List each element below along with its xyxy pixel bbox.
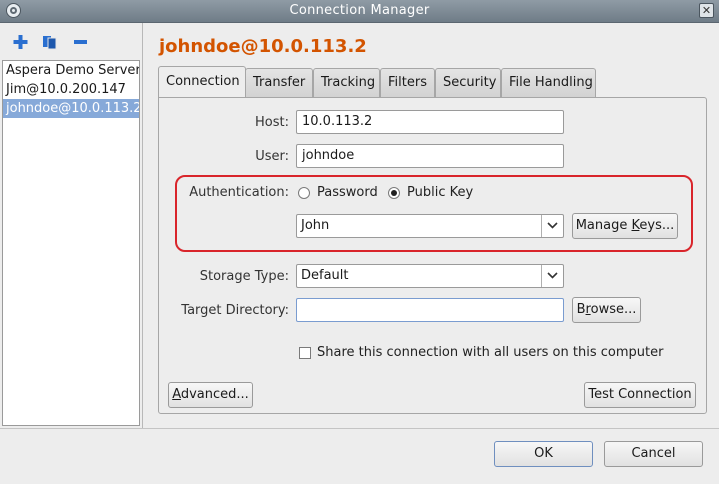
connection-manager-window: Connection Manager ✕ Aspera Demo Server … [0, 0, 719, 484]
remove-connection-button[interactable] [71, 33, 91, 51]
advanced-mnemonic: A [172, 387, 181, 402]
share-connection-checkbox[interactable] [299, 347, 311, 359]
ok-button[interactable]: OK [494, 441, 593, 467]
browse-label-b: owse... [590, 302, 637, 317]
target-directory-label: Target Directory: [181, 303, 289, 318]
tab-security[interactable]: Security [435, 68, 501, 97]
test-connection-button[interactable]: Test Connection [584, 382, 696, 408]
user-label: User: [255, 149, 289, 164]
public-key-radio[interactable] [388, 187, 400, 199]
window-title: Connection Manager [289, 3, 430, 18]
tab-file-handling[interactable]: File Handling [501, 68, 596, 97]
title-bar[interactable]: Connection Manager ✕ [0, 0, 719, 23]
tab-filters[interactable]: Filters [380, 68, 435, 97]
manage-keys-label-b: eys... [639, 218, 675, 233]
target-directory-field[interactable] [296, 298, 564, 322]
connection-item[interactable]: Aspera Demo Server [3, 61, 139, 80]
storage-type-select[interactable]: Default [296, 264, 564, 288]
key-select[interactable]: John [296, 214, 564, 238]
tab-transfer[interactable]: Transfer [245, 68, 313, 97]
user-field[interactable]: johndoe [296, 144, 564, 168]
tab-connection[interactable]: Connection [158, 66, 246, 97]
close-icon[interactable]: ✕ [699, 3, 714, 18]
chevron-down-icon[interactable] [541, 215, 563, 237]
connection-heading: johndoe@10.0.113.2 [159, 36, 367, 57]
browse-label-a: B [576, 302, 586, 317]
plus-icon [13, 35, 28, 49]
manage-keys-label-a: Manage [575, 218, 632, 233]
host-field[interactable]: 10.0.113.2 [296, 110, 564, 134]
authentication-label: Authentication: [189, 185, 289, 200]
advanced-label: dvanced... [180, 387, 249, 402]
host-label: Host: [255, 115, 289, 130]
duplicate-icon [43, 36, 57, 50]
duplicate-connection-button[interactable] [41, 33, 61, 51]
minus-icon [74, 40, 87, 44]
connection-sidebar: Aspera Demo Server Jim@10.0.200.147 john… [0, 23, 143, 428]
connection-item[interactable]: Jim@10.0.200.147 [3, 80, 139, 99]
chevron-down-icon[interactable] [541, 265, 563, 287]
key-select-value: John [301, 218, 330, 233]
storage-type-value: Default [301, 268, 349, 283]
connection-list[interactable]: Aspera Demo Server Jim@10.0.200.147 john… [2, 60, 140, 426]
advanced-button[interactable]: Advanced... [168, 382, 253, 408]
public-key-radio-label[interactable]: Public Key [407, 185, 473, 200]
cancel-button[interactable]: Cancel [604, 441, 703, 467]
password-radio-label[interactable]: Password [317, 185, 378, 200]
connection-item-selected[interactable]: johndoe@10.0.113.2 [3, 99, 139, 118]
share-connection-label[interactable]: Share this connection with all users on … [317, 345, 663, 360]
storage-type-label: Storage Type: [199, 269, 289, 284]
browse-button[interactable]: Browse... [572, 297, 641, 323]
manage-keys-button[interactable]: Manage Keys... [572, 213, 678, 239]
password-radio[interactable] [298, 187, 310, 199]
tab-tracking[interactable]: Tracking [313, 68, 380, 97]
connection-toolbar [0, 23, 142, 59]
footer-divider [0, 428, 719, 429]
add-connection-button[interactable] [11, 33, 31, 51]
